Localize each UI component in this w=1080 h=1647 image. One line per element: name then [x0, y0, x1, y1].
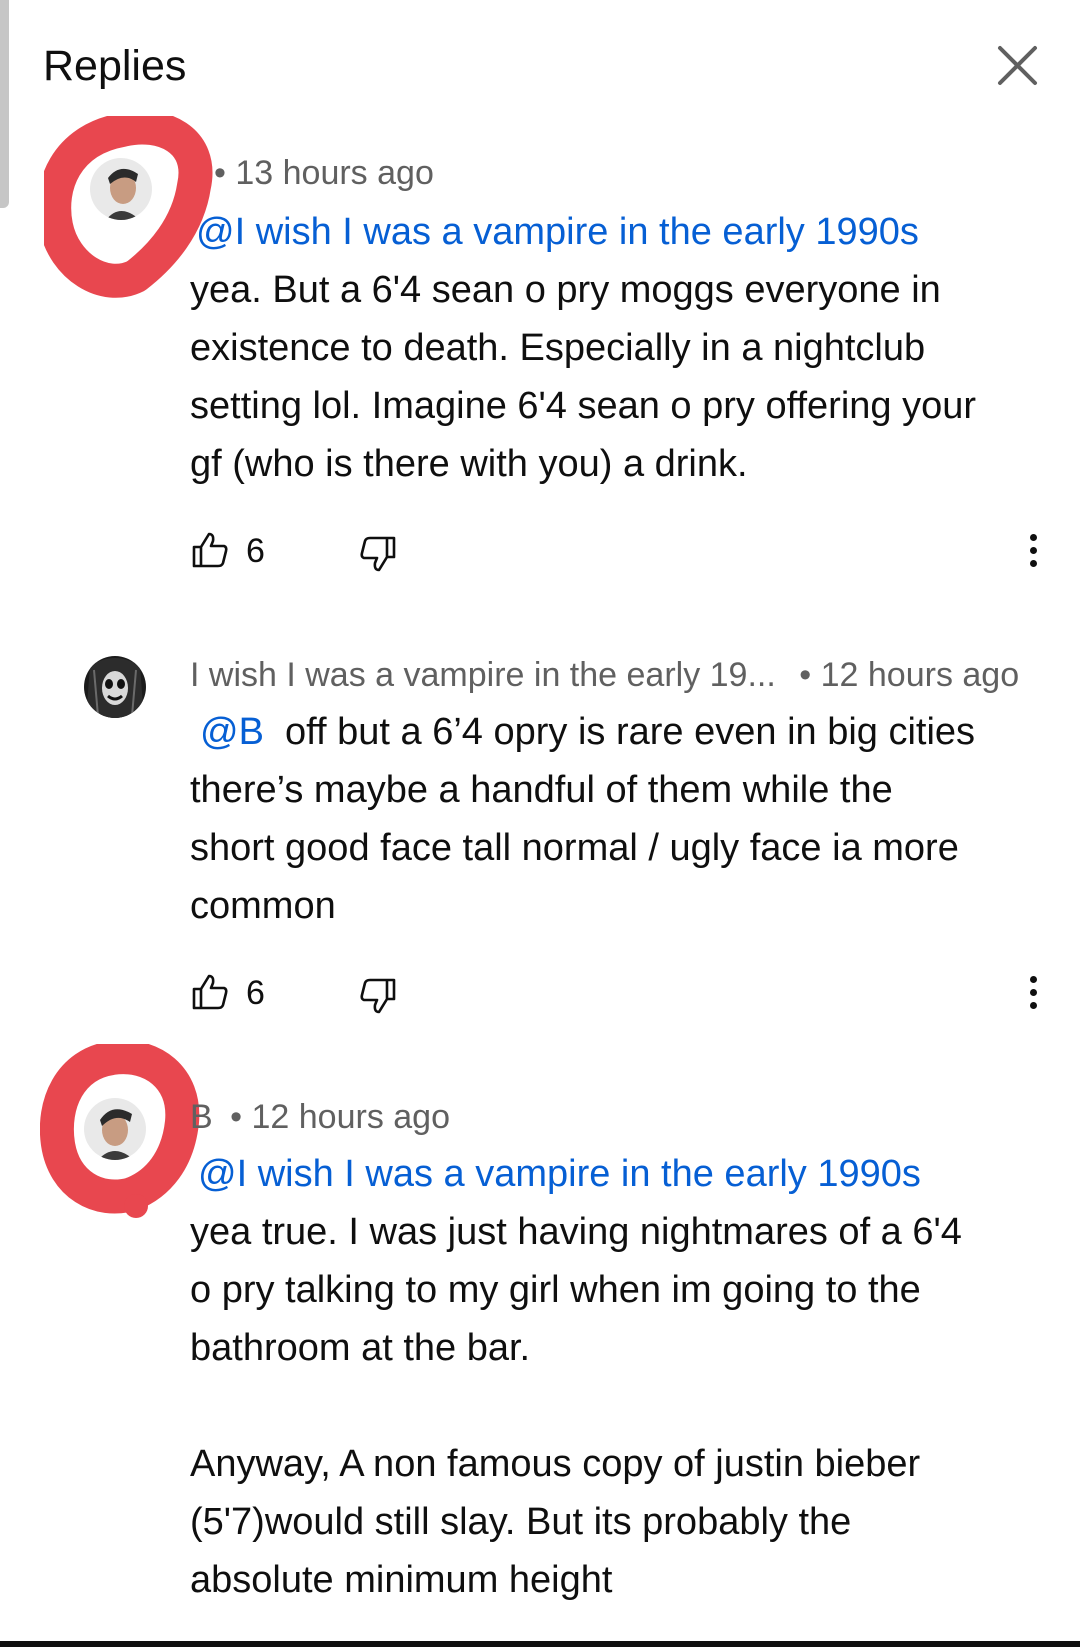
mention-link[interactable]: @I wish I was a vampire in the early 199… — [198, 1153, 921, 1195]
thumbs-down-icon — [360, 536, 396, 572]
avatar[interactable] — [90, 158, 152, 220]
thumbs-up-icon — [192, 532, 228, 568]
comment-meta: B • 12 hours ago — [190, 1098, 450, 1137]
like-count: 6 — [246, 532, 265, 570]
close-button[interactable] — [995, 43, 1040, 88]
comment-text: @I wish I was a vampire in the early 199… — [190, 203, 1040, 493]
like-button[interactable] — [190, 530, 230, 570]
dislike-button[interactable] — [358, 976, 398, 1016]
comment-time[interactable]: 13 hours ago — [235, 154, 434, 192]
comment-text: @B off but a 6’4 opry is rare even in bi… — [190, 703, 1040, 935]
text-line: short good face tall normal / ugly face … — [190, 827, 959, 869]
comment-meta: I wish I was a vampire in the early 19..… — [190, 656, 1019, 695]
thumbs-down-icon — [360, 978, 396, 1014]
corpse-paint-face-icon — [84, 656, 146, 718]
text-line: bathroom at the bar. — [190, 1327, 531, 1369]
like-button[interactable] — [190, 972, 230, 1012]
avatar[interactable] — [84, 656, 146, 718]
avatar[interactable] — [84, 1098, 146, 1160]
text-line: there’s maybe a handful of them while th… — [190, 769, 893, 811]
bottom-divider — [0, 1641, 1080, 1647]
text-line: off but a 6’4 opry is rare even in big c… — [263, 711, 976, 753]
comment-actions: 6 — [190, 530, 1050, 580]
meta-separator: • — [230, 1098, 243, 1136]
close-icon — [998, 46, 1037, 85]
more-options-button[interactable] — [1026, 534, 1040, 574]
text-line: yea. But a 6'4 sean o pry moggs everyone… — [190, 269, 941, 311]
meta-separator: • — [799, 656, 812, 694]
text-line: common — [190, 885, 336, 927]
profile-photo-icon — [84, 1098, 146, 1160]
text-line: absolute minimum height — [190, 1559, 613, 1601]
comment-actions: 6 — [190, 972, 1050, 1022]
more-options-button[interactable] — [1026, 976, 1040, 1016]
comment-author[interactable]: B — [190, 1098, 213, 1136]
text-line: yea true. I was just having nightmares o… — [190, 1211, 962, 1253]
comment-text: @I wish I was a vampire in the early 199… — [190, 1145, 1040, 1609]
mention-link[interactable]: @I wish I was a vampire in the early 199… — [196, 211, 919, 253]
meta-separator: • — [214, 154, 226, 192]
text-line: existence to death. Especially in a nigh… — [190, 327, 926, 369]
more-vertical-icon — [1026, 534, 1040, 567]
like-count: 6 — [246, 974, 265, 1012]
text-line: o pry talking to my girl when im going t… — [190, 1269, 921, 1311]
comment-time[interactable]: 12 hours ago — [821, 656, 1020, 694]
dislike-button[interactable] — [358, 534, 398, 574]
thumbs-up-icon — [192, 974, 228, 1010]
text-line: Anyway, A non famous copy of justin bieb… — [190, 1443, 921, 1485]
comment-time[interactable]: 12 hours ago — [252, 1098, 451, 1136]
comment-author[interactable]: I wish I was a vampire in the early 19..… — [190, 656, 776, 694]
text-line: gf (who is there with you) a drink. — [190, 443, 748, 485]
replies-header: Replies — [0, 0, 1080, 130]
text-line: setting lol. Imagine 6'4 sean o pry offe… — [190, 385, 977, 427]
comment-meta: • 13 hours ago — [190, 154, 434, 193]
more-vertical-icon — [1026, 976, 1040, 1009]
mention-link[interactable]: @B — [200, 711, 264, 753]
panel-title: Replies — [43, 42, 187, 90]
profile-photo-icon — [90, 158, 152, 220]
text-line: (5'7)would still slay. But its probably … — [190, 1501, 852, 1543]
text-line — [190, 1377, 1040, 1435]
